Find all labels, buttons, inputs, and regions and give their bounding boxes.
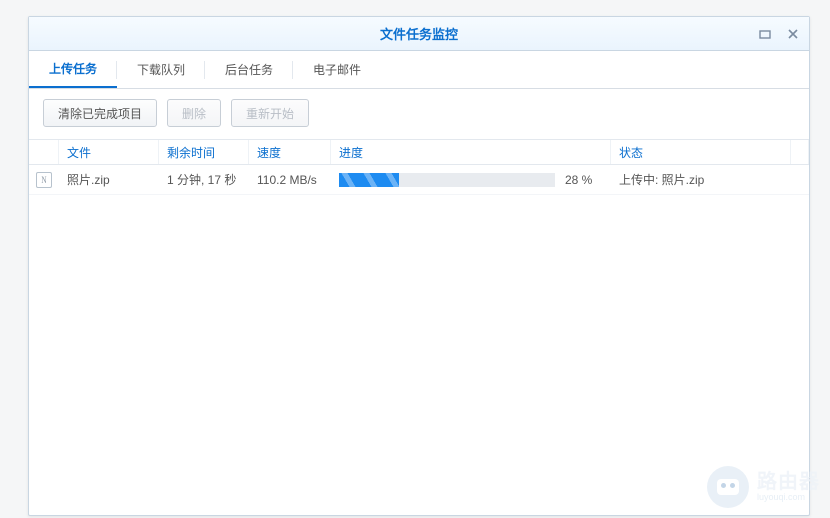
task-table: 文件 剩余时间 速度 进度 状态 照片.zip 1 分钟, 17 秒 110.2… <box>29 139 809 195</box>
cell-file: 照片.zip <box>59 171 159 188</box>
toolbar: 清除已完成项目 删除 重新开始 <box>29 89 809 139</box>
tab-label: 后台任务 <box>225 61 273 78</box>
tabs: 上传任务 下载队列 后台任务 电子邮件 <box>29 51 809 89</box>
tab-email[interactable]: 电子邮件 <box>293 51 381 88</box>
close-icon[interactable] <box>783 24 803 44</box>
col-speed[interactable]: 速度 <box>249 140 331 164</box>
tab-label: 下载队列 <box>137 61 185 78</box>
titlebar: 文件任务监控 <box>29 17 809 51</box>
tab-download-queue[interactable]: 下载队列 <box>117 51 205 88</box>
col-status[interactable]: 状态 <box>611 140 791 164</box>
file-task-monitor-window: 文件任务监控 上传任务 下载队列 后台任务 电子邮件 清除已完成项目 删除 重新… <box>28 16 810 516</box>
col-remaining[interactable]: 剩余时间 <box>159 140 249 164</box>
tab-background[interactable]: 后台任务 <box>205 51 293 88</box>
clear-completed-button[interactable]: 清除已完成项目 <box>43 99 157 127</box>
progress-bar <box>339 173 555 187</box>
cell-progress: 28 % <box>331 173 611 187</box>
maximize-icon[interactable] <box>755 24 775 44</box>
document-icon <box>36 172 52 188</box>
file-type-icon <box>29 172 59 188</box>
delete-button[interactable]: 删除 <box>167 99 221 127</box>
cell-status: 上传中: 照片.zip <box>611 171 791 188</box>
col-end <box>791 140 809 164</box>
tab-label: 电子邮件 <box>313 61 361 78</box>
table-header: 文件 剩余时间 速度 进度 状态 <box>29 139 809 165</box>
col-progress[interactable]: 进度 <box>331 140 611 164</box>
col-file[interactable]: 文件 <box>59 140 159 164</box>
window-title: 文件任务监控 <box>380 24 458 43</box>
tab-label: 上传任务 <box>49 60 97 77</box>
col-icon[interactable] <box>29 140 59 164</box>
cell-remaining: 1 分钟, 17 秒 <box>159 171 249 188</box>
tab-upload[interactable]: 上传任务 <box>29 51 117 88</box>
table-row[interactable]: 照片.zip 1 分钟, 17 秒 110.2 MB/s 28 % 上传中: 照… <box>29 165 809 195</box>
cell-speed: 110.2 MB/s <box>249 173 331 187</box>
progress-fill <box>339 173 399 187</box>
window-controls <box>755 17 803 51</box>
restart-button[interactable]: 重新开始 <box>231 99 309 127</box>
progress-text: 28 % <box>565 173 592 187</box>
